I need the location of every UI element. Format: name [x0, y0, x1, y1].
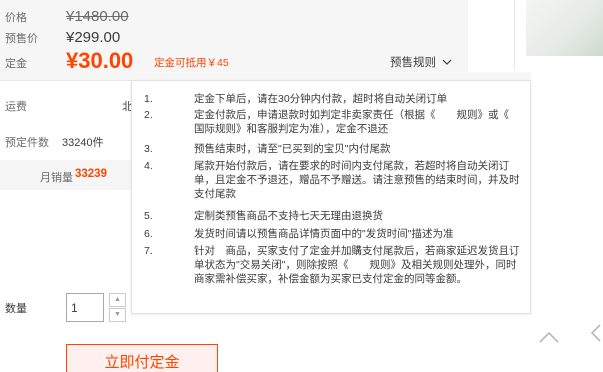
monthly-sales-label: 月销量: [40, 172, 73, 184]
presale-label: 预售价: [5, 33, 38, 45]
rule-number: 7.: [144, 245, 153, 257]
quantity-decrease-button[interactable]: ▼: [109, 308, 126, 322]
rule-number: 2.: [144, 109, 153, 121]
presale-price: ¥299.00: [66, 29, 121, 46]
rule-text: 预售结束时，请至"已买到的宝贝"内付尾款: [194, 143, 391, 155]
reserved-count: 33240件: [62, 137, 104, 149]
price-label: 价格: [5, 12, 27, 24]
chevron-up-icon[interactable]: [538, 325, 560, 351]
deposit-price: ¥30.00: [66, 48, 134, 73]
rule-text: 发货时间请以预售商品详情页面中的"发货时间"描述为准: [194, 228, 454, 240]
rule-text: 定制类预售商品不支持七天无理由退换货: [194, 210, 383, 222]
rule-number: 5.: [144, 210, 153, 222]
deposit-offset: 定金可抵用￥45: [154, 57, 229, 69]
quantity-increase-button[interactable]: ▲: [109, 293, 126, 307]
rule-text: 定金下单后，请在30分钟内付款，超时将自动关闭订单: [194, 93, 448, 105]
rule-number: 6.: [144, 228, 153, 240]
reserved-label: 预定件数: [5, 137, 49, 149]
rule-text: 尾款开始付款后，请在要求的时间内支付尾款，若超时将自动关闭订单，且定金不予退还，…: [194, 160, 520, 200]
product-thumbnail[interactable]: [526, 0, 603, 56]
shipping-label: 运费: [5, 101, 27, 113]
presale-rules-link[interactable]: 预售规则: [390, 53, 452, 71]
deposit-label: 定金: [5, 58, 27, 70]
quantity-label: 数量: [5, 303, 27, 315]
chevron-down-icon: [442, 53, 452, 71]
quantity-input[interactable]: 1: [66, 293, 104, 322]
rule-number: 1.: [144, 93, 153, 105]
vertical-divider: [514, 0, 515, 70]
chevron-left-icon[interactable]: [590, 323, 602, 348]
presale-rules-popover: 1. 定金下单后，请在30分钟内付款，超时将自动关闭订单 2. 定金付款后，申请…: [131, 80, 531, 314]
presale-rules-label: 预售规则: [390, 57, 436, 70]
divider: [0, 80, 131, 81]
rule-text: 针对 商品，买家支付了定金并加購支付尾款后，若商家延迟发货且订单状态为"交易关闭…: [194, 245, 520, 285]
monthly-sales-count: 33239: [75, 168, 107, 180]
rule-text: 定金付款后，申请退款时如判定非卖家责任（根据《 规则》或《 国际规则》和客服判定…: [194, 109, 530, 135]
rule-number: 4.: [144, 160, 153, 172]
pay-deposit-button[interactable]: 立即付定金: [66, 344, 218, 372]
original-price: ¥1480.00: [66, 8, 129, 25]
rule-number: 3.: [144, 143, 153, 155]
